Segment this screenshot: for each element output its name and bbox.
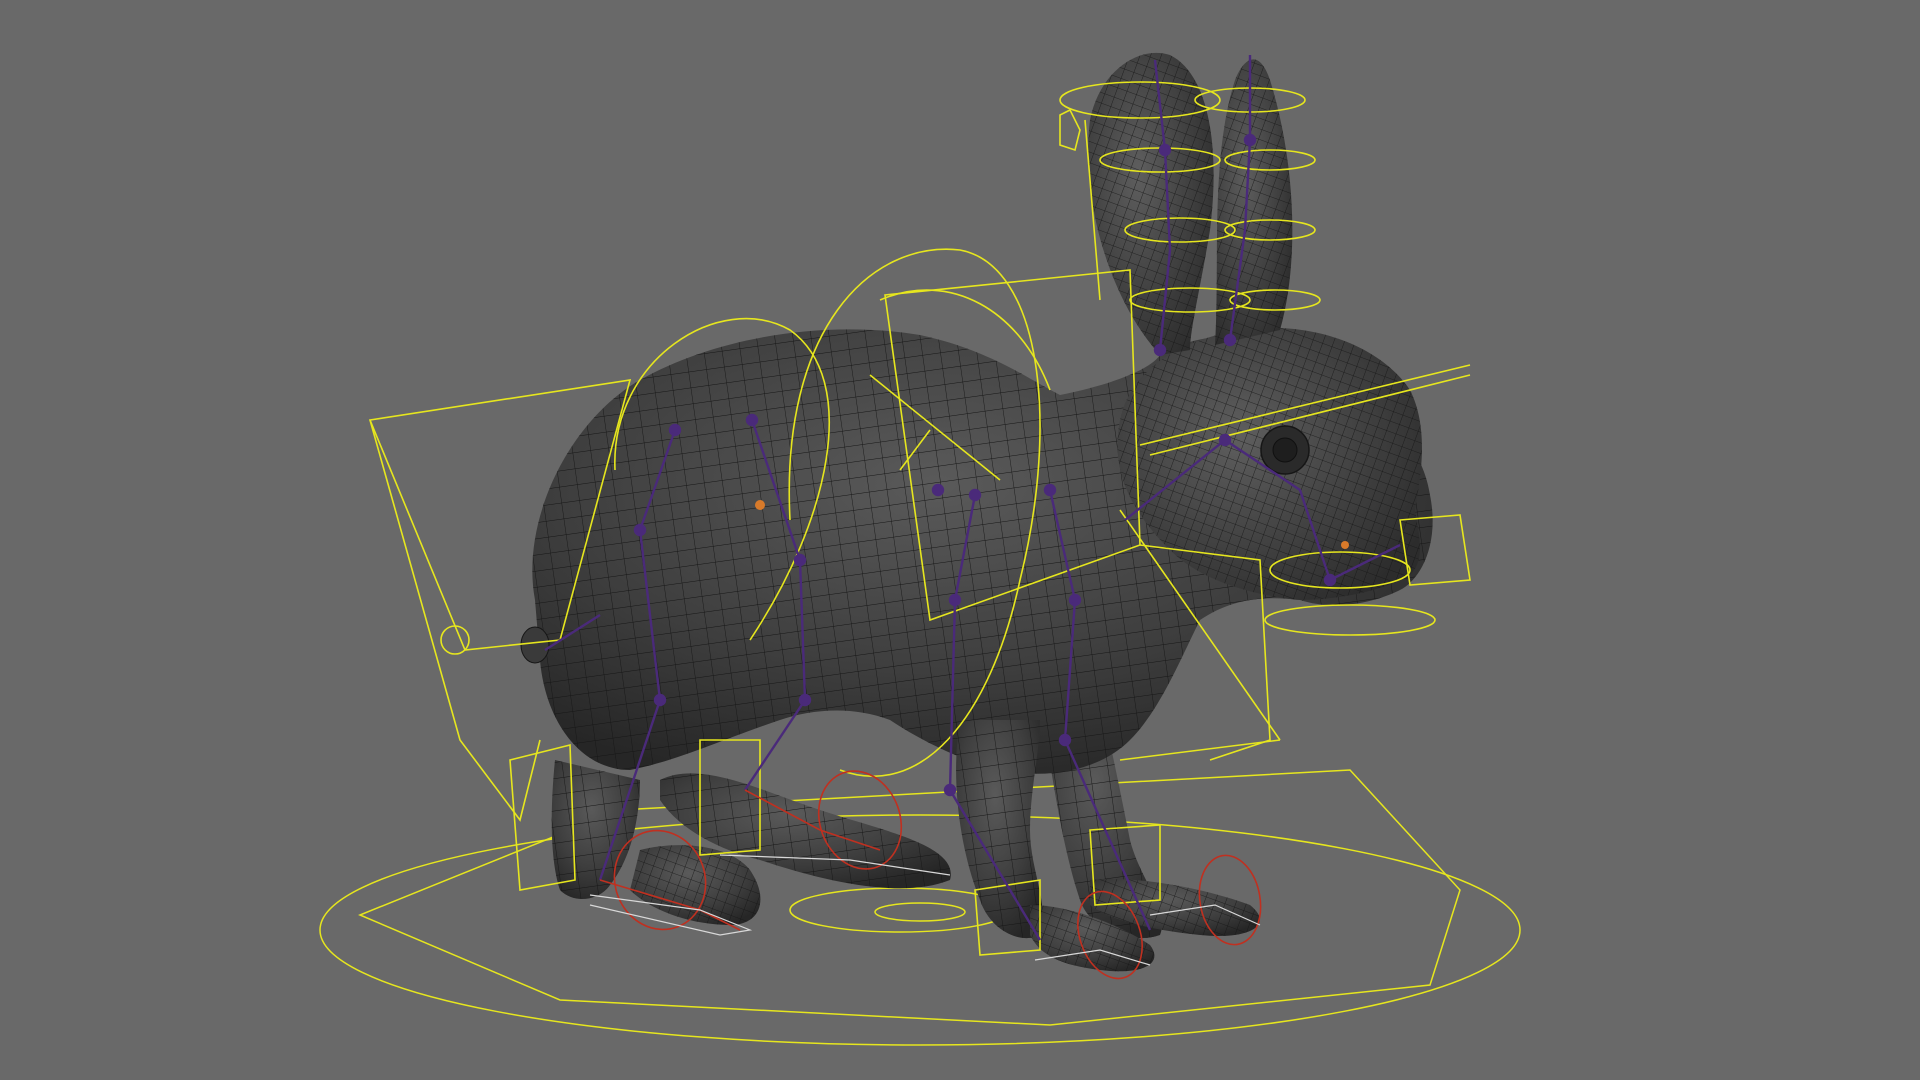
tail[interactable] [520,626,550,664]
3d-viewport[interactable] [0,0,1920,1080]
root-control-curve[interactable] [358,769,1461,1026]
ground-controls[interactable] [319,769,1521,1046]
head-locator[interactable] [1059,108,1081,152]
tail-control[interactable] [440,625,470,655]
viewport-canvas[interactable] [0,0,1920,1080]
pivot-locator [755,500,765,510]
cog-ring-inner[interactable] [874,902,966,922]
